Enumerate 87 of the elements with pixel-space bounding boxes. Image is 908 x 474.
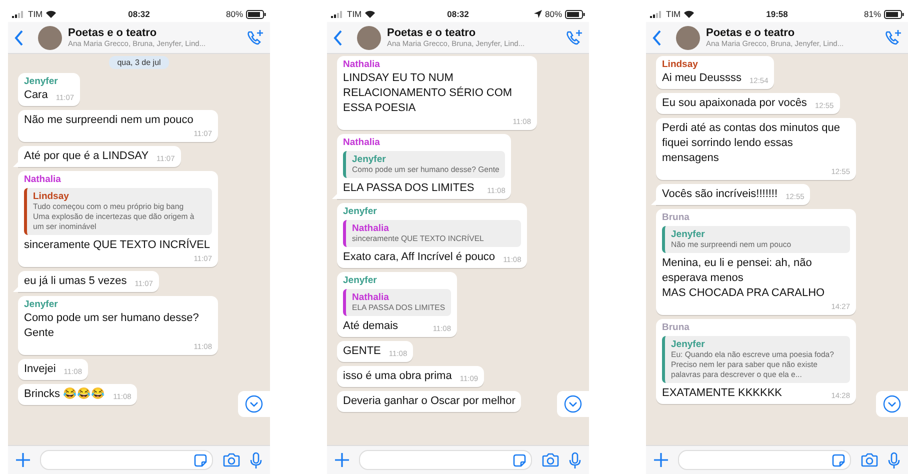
- wifi-icon: [46, 10, 56, 18]
- message-text: Eu sou apaixonada por vocês: [662, 96, 807, 111]
- message-text: Ai meu Deussss: [662, 71, 742, 86]
- message-text: Menina, eu li e pensei: ah, não esperava menos MAS CHOCADA PRA CARALHO: [662, 256, 826, 301]
- battery-percent: 81%: [864, 9, 881, 19]
- microphone-icon[interactable]: [888, 452, 900, 468]
- sender-name: Bruna: [662, 212, 690, 223]
- clock-time: 08:32: [128, 9, 150, 19]
- add-call-icon[interactable]: [565, 28, 583, 46]
- chat-title[interactable]: Poetas e o teatro: [706, 27, 878, 39]
- group-avatar-photo-placeholder[interactable]: [38, 26, 62, 50]
- date-chip: qua, 3 de jul: [109, 56, 169, 69]
- message-text: Não me surpreendi nem um pouco: [24, 113, 194, 128]
- plus-icon[interactable]: [16, 453, 30, 467]
- camera-icon[interactable]: [542, 453, 559, 467]
- back-icon[interactable]: [14, 30, 24, 46]
- message-input-field[interactable]: [40, 450, 213, 470]
- plus-icon[interactable]: [335, 453, 349, 467]
- sender-name: Nathalia: [343, 59, 381, 70]
- chat-title[interactable]: Poetas e o teatro: [68, 27, 240, 39]
- carrier-label: TIM: [666, 9, 681, 19]
- clock-time: 19:58: [766, 9, 788, 19]
- sticker-icon[interactable]: [513, 454, 526, 466]
- add-call-icon[interactable]: [884, 28, 902, 46]
- sender-name: Jenyfer: [24, 299, 59, 310]
- quoted-author: Lindsay: [33, 191, 70, 202]
- battery-percent: 80%: [544, 9, 562, 19]
- back-icon[interactable]: [652, 30, 662, 46]
- message-input-field[interactable]: [678, 450, 851, 470]
- message-text: Deveria ganhar o Oscar por melhor: [343, 394, 516, 409]
- chat-title[interactable]: Poetas e o teatro: [387, 27, 559, 39]
- microphone-icon[interactable]: [569, 452, 581, 468]
- sticker-icon[interactable]: [832, 454, 845, 466]
- message-text: Até demais: [343, 319, 398, 334]
- message-text: Brincks 😂😂😂: [24, 387, 106, 402]
- message-text: EXATAMENTE KKKKKK: [662, 386, 782, 401]
- sticker-icon[interactable]: [194, 454, 207, 466]
- sender-name: Lindsay: [662, 59, 699, 70]
- quoted-author: Jenyfer: [671, 229, 706, 240]
- sender-name: Nathalia: [24, 174, 62, 185]
- group-avatar-photo-placeholder[interactable]: [676, 26, 700, 50]
- quoted-author: Jenyfer: [671, 339, 706, 350]
- message-text: Exato cara, Aff Incrível é pouco: [343, 250, 496, 265]
- battery-icon: [884, 10, 904, 18]
- message-text: LINDSAY EU TO NUM RELACIONAMENTO SÉRIO COM ESSA POESIA: [343, 71, 514, 116]
- message-input-field[interactable]: [359, 450, 532, 470]
- message-text: isso é uma obra prima: [343, 369, 452, 384]
- plus-icon[interactable]: [654, 453, 668, 467]
- scroll-down-button[interactable]: [238, 391, 270, 417]
- back-icon[interactable]: [333, 30, 343, 46]
- scroll-down-button[interactable]: [876, 391, 908, 417]
- camera-icon[interactable]: [861, 453, 878, 467]
- sender-name: Bruna: [662, 322, 690, 333]
- quoted-author: Nathalia: [352, 223, 390, 234]
- signal-icon: [331, 10, 344, 18]
- message-text: eu já li umas 5 vezes: [24, 274, 127, 289]
- sender-name: Jenyfer: [24, 76, 59, 87]
- scroll-down-button[interactable]: [557, 391, 589, 417]
- wifi-icon: [364, 10, 375, 18]
- message-text: Até por que é a LINDSAY: [24, 149, 149, 164]
- message-text: GENTE: [343, 344, 381, 359]
- sender-name: Nathalia: [343, 137, 381, 148]
- clock-time: 08:32: [447, 9, 469, 19]
- quoted-author: Jenyfer: [352, 154, 387, 165]
- message-text: Perdi até as contas dos minutos que fiquei sorrindo lendo essas mensagens: [662, 121, 841, 166]
- message-text: sinceramente QUE TEXTO INCRÍVEL: [24, 238, 210, 253]
- signal-icon: [650, 10, 663, 18]
- sender-name: Jenyfer: [343, 206, 378, 217]
- carrier-label: TIM: [28, 9, 43, 19]
- quoted-author: Nathalia: [352, 292, 390, 303]
- signal-icon: [12, 10, 25, 18]
- message-text: Invejei: [24, 362, 56, 377]
- message-text: Cara: [24, 88, 48, 103]
- sender-name: Jenyfer: [343, 275, 378, 286]
- add-call-icon[interactable]: [246, 28, 264, 46]
- battery-icon: [246, 10, 266, 18]
- carrier-label: TIM: [347, 9, 362, 19]
- camera-icon[interactable]: [223, 453, 240, 467]
- battery-icon: [565, 10, 585, 18]
- message-text: ELA PASSA DOS LIMITES: [343, 181, 474, 196]
- battery-percent: 80%: [226, 9, 243, 19]
- message-text: Vocês são incríveis!!!!!!!: [662, 187, 778, 202]
- group-avatar-photo-placeholder[interactable]: [357, 26, 381, 50]
- message-text: Como pode um ser humano desse? Gente: [24, 311, 199, 341]
- location-arrow-icon: [534, 10, 542, 18]
- wifi-icon: [684, 10, 694, 18]
- microphone-icon[interactable]: [250, 452, 262, 468]
